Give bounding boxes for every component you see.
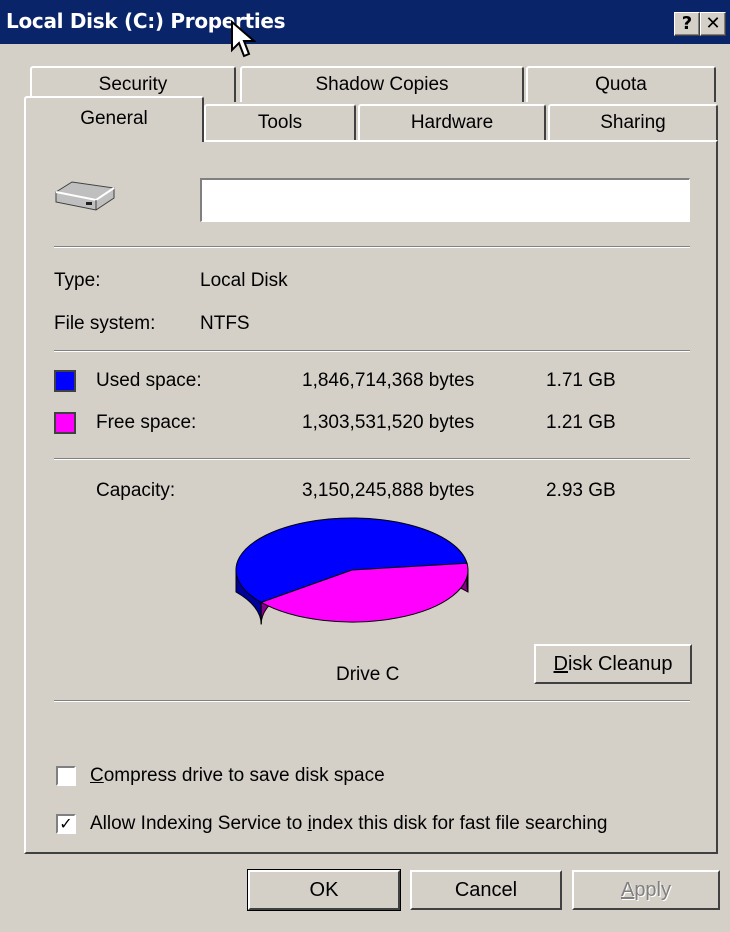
- tab-shadow-copies[interactable]: Shadow Copies: [240, 66, 524, 102]
- compress-drive-label[interactable]: Compress drive to save disk space: [90, 765, 385, 787]
- tab-label: Quota: [595, 74, 647, 95]
- close-icon: ✕: [705, 13, 721, 34]
- tab-label: Hardware: [410, 112, 494, 133]
- drive-label: Drive C: [336, 664, 400, 685]
- button-label: pply: [634, 879, 672, 901]
- file-system-value: NTFS: [200, 313, 250, 334]
- used-space-swatch: [54, 370, 76, 392]
- hard-drive-icon: [55, 181, 115, 211]
- tab-label: Security: [98, 74, 168, 95]
- accelerator-key: A: [620, 879, 635, 901]
- separator: [54, 246, 690, 248]
- tab-label: Tools: [257, 112, 303, 133]
- free-space-swatch: [54, 412, 76, 434]
- free-space-label: Free space:: [96, 412, 197, 433]
- free-space-size: 1.21 GB: [546, 412, 616, 433]
- compress-drive-checkbox[interactable]: [56, 766, 76, 786]
- tab-hardware[interactable]: Hardware: [358, 104, 546, 140]
- tab-general[interactable]: General: [24, 96, 204, 142]
- capacity-bytes: 3,150,245,888 bytes: [302, 480, 475, 501]
- used-space-bytes: 1,846,714,368 bytes: [302, 370, 475, 391]
- accelerator-key: C: [90, 765, 104, 786]
- capacity-label: Capacity:: [96, 480, 176, 501]
- allow-indexing-checkbox[interactable]: ✓: [56, 814, 76, 834]
- accelerator-key: D: [553, 653, 568, 675]
- separator: [54, 700, 690, 702]
- label-text: Allow Indexing Service to: [90, 813, 308, 834]
- help-button[interactable]: ?: [674, 12, 700, 36]
- tab-sharing[interactable]: Sharing: [548, 104, 718, 140]
- type-label: Type:: [54, 270, 101, 291]
- cancel-button[interactable]: Cancel: [410, 870, 562, 910]
- disk-usage-pie-chart: [235, 517, 469, 625]
- mouse-cursor-icon: [231, 20, 256, 58]
- file-system-label: File system:: [54, 313, 156, 334]
- used-space-label: Used space:: [96, 370, 202, 391]
- disk-cleanup-button[interactable]: Disk Cleanup: [534, 644, 692, 684]
- close-button[interactable]: ✕: [700, 12, 726, 36]
- free-space-bytes: 1,303,531,520 bytes: [302, 412, 475, 433]
- type-value: Local Disk: [200, 270, 288, 291]
- volume-label-input[interactable]: [200, 178, 690, 222]
- tab-label: Sharing: [600, 112, 666, 133]
- label-text: ompress drive to save disk space: [103, 765, 385, 786]
- tab-label: General: [80, 108, 148, 129]
- separator: [54, 350, 690, 352]
- apply-button[interactable]: Apply: [572, 870, 720, 910]
- allow-indexing-label[interactable]: Allow Indexing Service to index this dis…: [90, 813, 608, 835]
- tab-quota[interactable]: Quota: [526, 66, 716, 102]
- button-label: isk Cleanup: [567, 653, 673, 675]
- tab-label: Shadow Copies: [315, 74, 449, 95]
- ok-button[interactable]: OK: [247, 869, 401, 911]
- used-space-size: 1.71 GB: [546, 370, 616, 391]
- help-icon: ?: [681, 13, 693, 34]
- capacity-size: 2.93 GB: [546, 480, 616, 501]
- tab-tools[interactable]: Tools: [204, 104, 356, 140]
- label-text: ndex this disk for fast file searching: [311, 813, 608, 834]
- separator: [54, 458, 690, 460]
